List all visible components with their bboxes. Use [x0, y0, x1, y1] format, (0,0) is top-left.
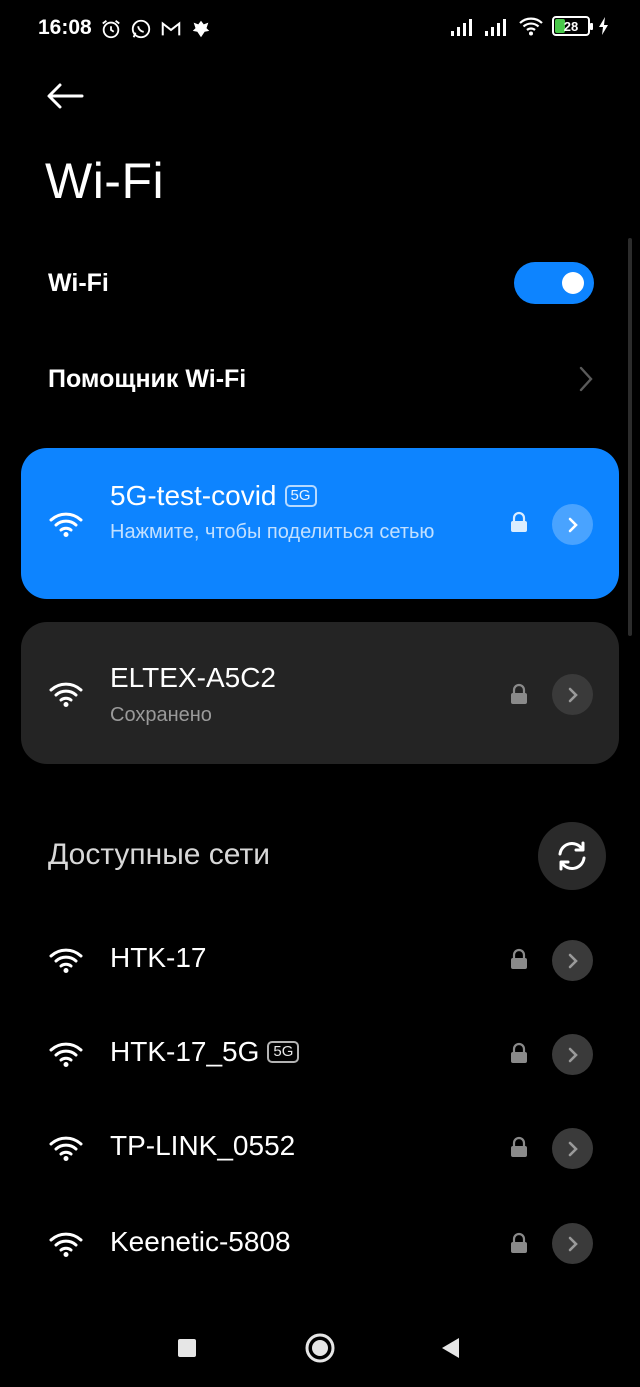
network-details-button[interactable] — [552, 1223, 593, 1264]
wifi-toggle-row[interactable]: Wi-Fi — [48, 262, 594, 304]
network-name: Keenetic-5808 — [110, 1226, 291, 1258]
network-name: HTK-17_5G 5G — [110, 1036, 300, 1068]
whatsapp-icon — [131, 19, 151, 39]
network-details-button[interactable] — [552, 1128, 593, 1169]
chevron-right-icon — [568, 1236, 578, 1251]
alarm-icon — [102, 20, 120, 39]
network-details-button[interactable] — [552, 504, 593, 545]
charging-icon — [599, 17, 608, 35]
chevron-right-icon — [568, 1141, 578, 1156]
gmail-icon — [161, 21, 181, 36]
chevron-right-icon — [568, 687, 578, 702]
status-bar: 16:08 28 — [0, 0, 640, 60]
emblem-icon — [192, 20, 210, 38]
network-name: HTK-17 — [110, 942, 206, 974]
wifi-signal-icon — [49, 948, 83, 973]
back-triangle-icon — [442, 1338, 459, 1358]
network-name-text: HTK-17_5G — [110, 1036, 260, 1067]
network-name: TP-LINK_0552 — [110, 1130, 295, 1162]
wifi-signal-icon — [49, 682, 83, 707]
scrollbar[interactable] — [628, 238, 632, 636]
connected-network[interactable]: 5G-test-covid 5G Нажмите, чтобы поделить… — [0, 448, 640, 545]
wifi-assistant-row[interactable]: Помощник Wi-Fi — [48, 360, 594, 398]
network-name-text: TP-LINK_0552 — [110, 1130, 296, 1161]
network-name-text: HTK-17 — [110, 942, 207, 973]
available-network-item[interactable]: HTK-17 — [0, 920, 640, 1000]
network-details-button[interactable] — [552, 1034, 593, 1075]
wifi-signal-icon — [49, 1136, 83, 1161]
available-network-item[interactable]: HTK-17_5G 5G — [0, 1014, 640, 1094]
network-name-text: 5G-test-covid — [110, 480, 277, 511]
refresh-button[interactable] — [538, 822, 606, 890]
network-name-text: Keenetic-5808 — [110, 1226, 291, 1257]
toggle-knob — [562, 272, 584, 294]
available-networks-title: Доступные сети — [48, 838, 270, 871]
network-name: 5G-test-covid 5G — [110, 480, 317, 512]
system-icons: 28 — [450, 16, 610, 36]
badge-5g: 5G — [267, 1041, 300, 1063]
network-details-button[interactable] — [552, 674, 593, 715]
saved-network[interactable]: ELTEX-A5C2 Сохранено — [0, 622, 640, 726]
recents-button[interactable] — [165, 1326, 209, 1370]
wifi-assistant-label: Помощник Wi-Fi — [48, 364, 247, 393]
home-button[interactable] — [298, 1326, 342, 1370]
lock-icon — [511, 511, 527, 532]
signal-icon — [451, 19, 472, 36]
back-button[interactable] — [46, 76, 94, 116]
available-network-item[interactable]: Keenetic-5808 — [0, 1202, 640, 1282]
network-subtitle: Сохранено — [110, 704, 212, 726]
network-name: ELTEX-A5C2 — [110, 662, 276, 694]
chevron-right-icon — [579, 366, 593, 392]
refresh-icon — [558, 841, 586, 871]
back-nav-button[interactable] — [428, 1326, 472, 1370]
battery-icon: 28 — [552, 16, 593, 36]
status-time: 16:08 — [38, 16, 92, 39]
home-circle-icon — [305, 1333, 335, 1363]
navigation-bar — [0, 1297, 640, 1387]
chevron-right-icon — [568, 1047, 578, 1062]
wifi-signal-icon — [49, 1232, 83, 1257]
wifi-signal-icon — [49, 512, 83, 537]
notification-icons — [100, 18, 212, 40]
lock-icon — [511, 1042, 527, 1063]
chevron-right-icon — [568, 517, 578, 532]
recents-square-icon — [178, 1339, 196, 1357]
chevron-right-icon — [568, 953, 578, 968]
available-network-item[interactable]: TP-LINK_0552 — [0, 1108, 640, 1188]
network-details-button[interactable] — [552, 940, 593, 981]
wifi-signal-icon — [49, 1042, 83, 1067]
lock-icon — [511, 683, 527, 704]
badge-5g: 5G — [284, 485, 317, 507]
wifi-icon — [519, 17, 543, 36]
arrow-left-icon — [47, 83, 84, 109]
battery-level: 28 — [563, 18, 579, 34]
wifi-toggle-label: Wi-Fi — [48, 268, 109, 297]
page-title: Wi-Fi — [45, 153, 165, 209]
network-subtitle: Нажмите, чтобы поделиться сетью — [110, 521, 435, 543]
wifi-toggle-switch[interactable] — [514, 262, 594, 304]
signal-icon — [485, 19, 506, 36]
lock-icon — [511, 1232, 527, 1253]
lock-icon — [511, 948, 527, 969]
lock-icon — [511, 1136, 527, 1157]
network-name-text: ELTEX-A5C2 — [110, 662, 276, 693]
